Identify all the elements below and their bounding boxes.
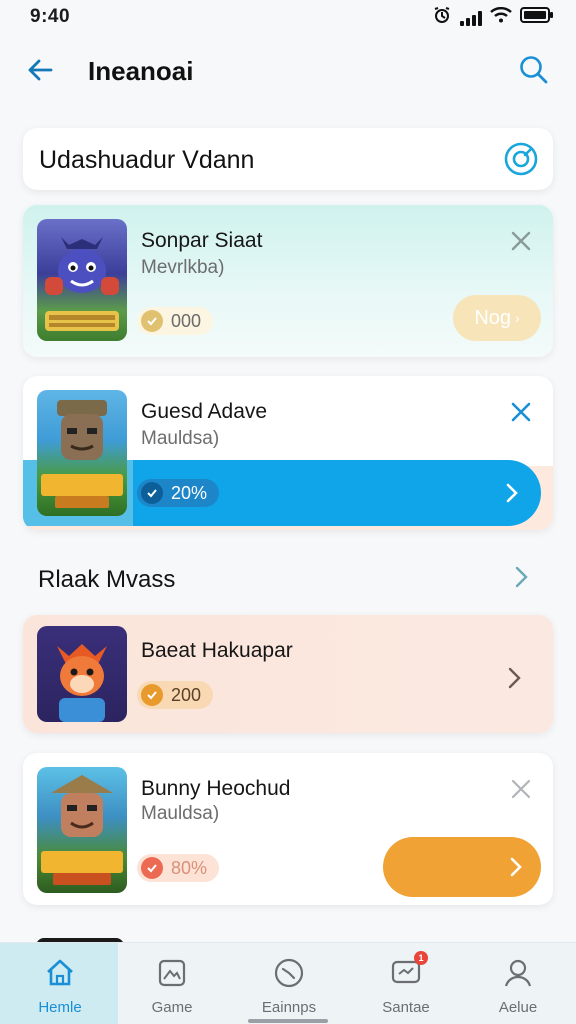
continue-button[interactable] (497, 478, 527, 508)
close-icon (511, 231, 531, 251)
arrow-left-icon (28, 59, 53, 81)
game-title: Guesd Adave (141, 400, 268, 423)
game-card[interactable]: Baeat Hakuapar 200 (23, 615, 553, 733)
chevron-right-icon: › (515, 310, 520, 326)
badge-value: 000 (171, 310, 202, 331)
game-card[interactable]: Guesd Adave Mauldsa) 20% (23, 376, 553, 530)
nav-label: Hemle (38, 999, 82, 1016)
nav-label: Eainnps (261, 999, 317, 1016)
nav-label: Aelue (498, 999, 538, 1016)
nav-item-game[interactable]: Game (122, 955, 222, 1016)
wifi-icon (490, 7, 512, 28)
open-game-button[interactable] (499, 663, 529, 693)
chevron-right-icon (508, 667, 521, 689)
home-icon (47, 959, 73, 986)
nav-label: Game (151, 999, 193, 1016)
notification-badge: 1 (414, 951, 428, 965)
play-button-label: Nog (474, 306, 512, 329)
game-title: Sonpar Siaat (141, 229, 263, 252)
check-icon (141, 684, 163, 706)
back-button[interactable] (22, 52, 58, 88)
battery-icon (520, 6, 554, 29)
status-icons (432, 6, 554, 29)
close-icon (511, 779, 531, 799)
chevron-right-icon (515, 566, 528, 588)
badge-value: 20% (171, 482, 208, 503)
game-thumbnail (37, 390, 127, 516)
progress-badge: 20% (137, 479, 220, 507)
search-input-text: Udashuadur Vdann (39, 146, 255, 174)
nav-label: Santae (382, 999, 430, 1016)
nav-item-home[interactable]: Hemle (10, 955, 110, 1016)
game-thumbnail (37, 767, 127, 893)
nav-item-santae[interactable]: 1 Santae (356, 951, 456, 1016)
status-time: 9:40 (30, 6, 71, 27)
dismiss-button[interactable] (507, 398, 535, 426)
play-button[interactable]: Nog › (453, 295, 541, 341)
signal-icon (460, 10, 482, 26)
search-button[interactable] (516, 52, 552, 88)
game-card[interactable]: Bunny Heochud Mauldsa) 80% (23, 753, 553, 905)
nav-item-eainnps[interactable]: Eainnps (239, 955, 339, 1016)
clock-icon (274, 958, 304, 988)
game-subtitle: Mevrlkba) (141, 257, 225, 278)
search-input[interactable]: Udashuadur Vdann (23, 128, 553, 190)
progress-badge: 000 (137, 307, 214, 335)
game-title: Bunny Heochud (141, 777, 291, 800)
status-bar: 9:40 (0, 0, 576, 36)
target-button[interactable] (503, 141, 539, 177)
section-see-all-button[interactable] (506, 562, 536, 592)
page-title: Ineanoai (88, 56, 194, 86)
game-card[interactable]: Sonpar Siaat Mevrlkba) 000 Nog › (23, 205, 553, 357)
user-icon (504, 959, 532, 987)
home-indicator (248, 1019, 328, 1023)
badge-value: 80% (171, 857, 208, 878)
section-title: Rlaak Mvass (38, 566, 176, 593)
app-header: Ineanoai (0, 44, 576, 96)
game-subtitle: Mauldsa) (141, 428, 220, 449)
game-icon (158, 959, 186, 987)
play-button[interactable] (383, 837, 541, 897)
game-thumbnail (37, 219, 127, 341)
check-icon (141, 482, 163, 504)
alarm-icon (432, 6, 452, 29)
progress-badge: 200 (137, 681, 214, 709)
check-icon (141, 857, 163, 879)
game-title: Baeat Hakuapar (141, 639, 293, 662)
dismiss-button[interactable] (507, 775, 535, 803)
target-icon (504, 142, 538, 176)
badge-value: 200 (171, 684, 202, 705)
bottom-navigation: Hemle Game Eainnps 1 Santae Aelue (0, 942, 576, 1024)
check-icon (141, 310, 163, 332)
app-screen: 9:40 Ineanoai Udashuadur Vdann Sonpar Si… (0, 0, 576, 1024)
game-subtitle: Mauldsa) (141, 803, 220, 824)
game-thumbnail (37, 626, 127, 722)
chevron-right-icon (506, 483, 518, 503)
chevron-right-icon (510, 857, 522, 877)
close-icon (511, 402, 531, 422)
progress-badge: 80% (137, 854, 220, 882)
nav-item-aelue[interactable]: Aelue (468, 955, 568, 1016)
search-icon (520, 56, 548, 84)
dismiss-button[interactable] (507, 227, 535, 255)
